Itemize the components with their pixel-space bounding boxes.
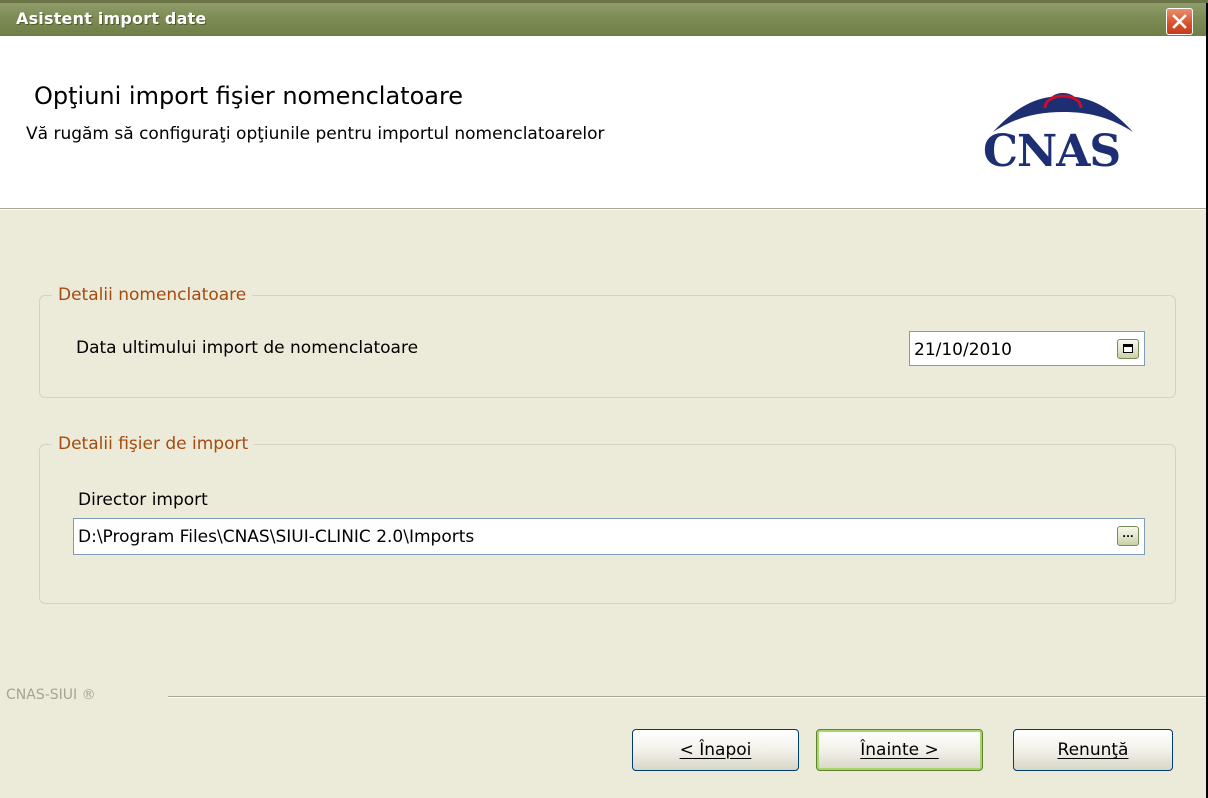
last-import-date-label: Data ultimului import de nomenclatoare xyxy=(76,338,419,358)
import-directory-field[interactable]: D:\Program Files\CNAS\SIUI-CLINIC 2.0\Im… xyxy=(73,518,1145,555)
title-bar[interactable]: Asistent import date xyxy=(0,3,1206,36)
logo-text: CNAS xyxy=(983,126,1121,177)
import-directory-value: D:\Program Files\CNAS\SIUI-CLINIC 2.0\Im… xyxy=(78,527,475,547)
group-nomenclatoare-legend: Detalii nomenclatoare xyxy=(58,285,247,305)
cnas-logo: CNAS xyxy=(975,86,1165,177)
header-divider xyxy=(0,209,1206,210)
calendar-icon xyxy=(1123,344,1133,353)
browse-icon: ... xyxy=(1122,529,1134,540)
cancel-button[interactable]: Renunţă xyxy=(1013,729,1173,771)
import-directory-label: Director import xyxy=(78,490,208,510)
page-title: Opţiuni import fişier nomenclatoare xyxy=(34,82,464,110)
close-icon xyxy=(1172,14,1187,29)
calendar-button[interactable] xyxy=(1117,339,1139,359)
next-button-label: Înainte > xyxy=(860,740,939,760)
back-button[interactable]: < Înapoi xyxy=(632,729,799,771)
back-button-label: < Înapoi xyxy=(679,740,752,760)
group-fisier-legend: Detalii fişier de import xyxy=(58,434,249,454)
wizard-window: Asistent import date Opţiuni import fişi… xyxy=(0,0,1208,798)
window-title: Asistent import date xyxy=(16,9,207,28)
footer-divider xyxy=(168,696,1206,698)
footer-brand: CNAS-SIUI ® xyxy=(6,687,96,703)
close-button[interactable] xyxy=(1166,8,1193,35)
browse-button[interactable]: ... xyxy=(1117,526,1139,546)
wizard-header: Opţiuni import fişier nomenclatoare Vă r… xyxy=(0,36,1206,209)
page-subtitle: Vă rugăm să configuraţi opţiunile pentru… xyxy=(26,124,605,144)
cancel-button-label: Renunţă xyxy=(1057,740,1129,760)
last-import-date-value: 21/10/2010 xyxy=(914,340,1012,360)
next-button[interactable]: Înainte > xyxy=(816,729,983,771)
last-import-date-field[interactable]: 21/10/2010 xyxy=(909,331,1145,366)
